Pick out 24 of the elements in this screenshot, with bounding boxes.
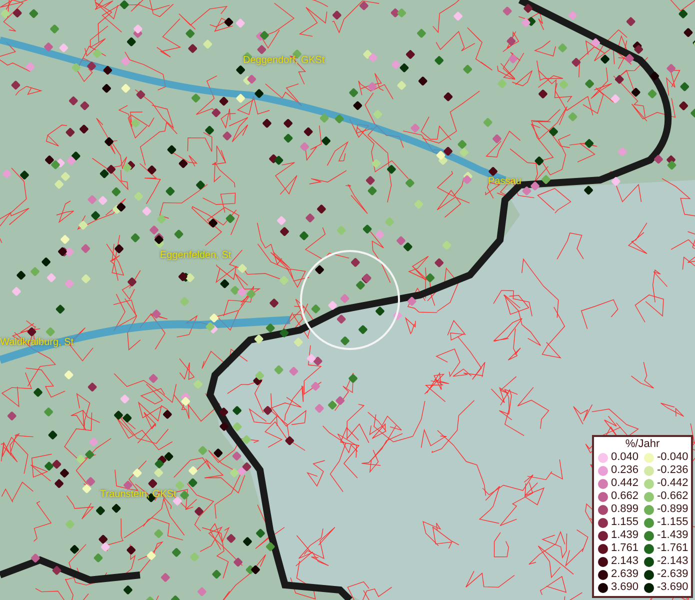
legend-value: -0.236	[657, 464, 687, 477]
legend-value: -3.690	[657, 581, 687, 594]
legend-value: -0.040	[657, 451, 687, 464]
legend-value: 3.690	[611, 581, 640, 594]
legend-value: -0.899	[657, 503, 687, 516]
legend-value: 2.639	[611, 568, 640, 581]
legend-value: 0.899	[611, 503, 640, 516]
legend-value: 1.439	[611, 529, 640, 542]
legend-title: %/Jahr	[624, 438, 661, 450]
legend-value: -0.442	[657, 477, 687, 490]
legend-value: -1.439	[657, 529, 687, 542]
legend-value: 2.143	[611, 555, 640, 568]
legend-value: -1.155	[657, 516, 687, 529]
legend-value: -2.639	[657, 568, 687, 581]
legend-value: -0.662	[657, 490, 687, 503]
place-label: Eggenfelden, St	[160, 250, 232, 261]
legend-value: 1.761	[611, 542, 640, 555]
legend-value: -2.143	[657, 555, 687, 568]
legend-value: 0.236	[611, 464, 640, 477]
legend-value: 0.040	[611, 451, 640, 464]
legend-value: 1.155	[611, 516, 640, 529]
legend-value: -1.761	[657, 542, 687, 555]
legend-value: 0.662	[611, 490, 640, 503]
legend-value: 0.442	[611, 477, 640, 490]
